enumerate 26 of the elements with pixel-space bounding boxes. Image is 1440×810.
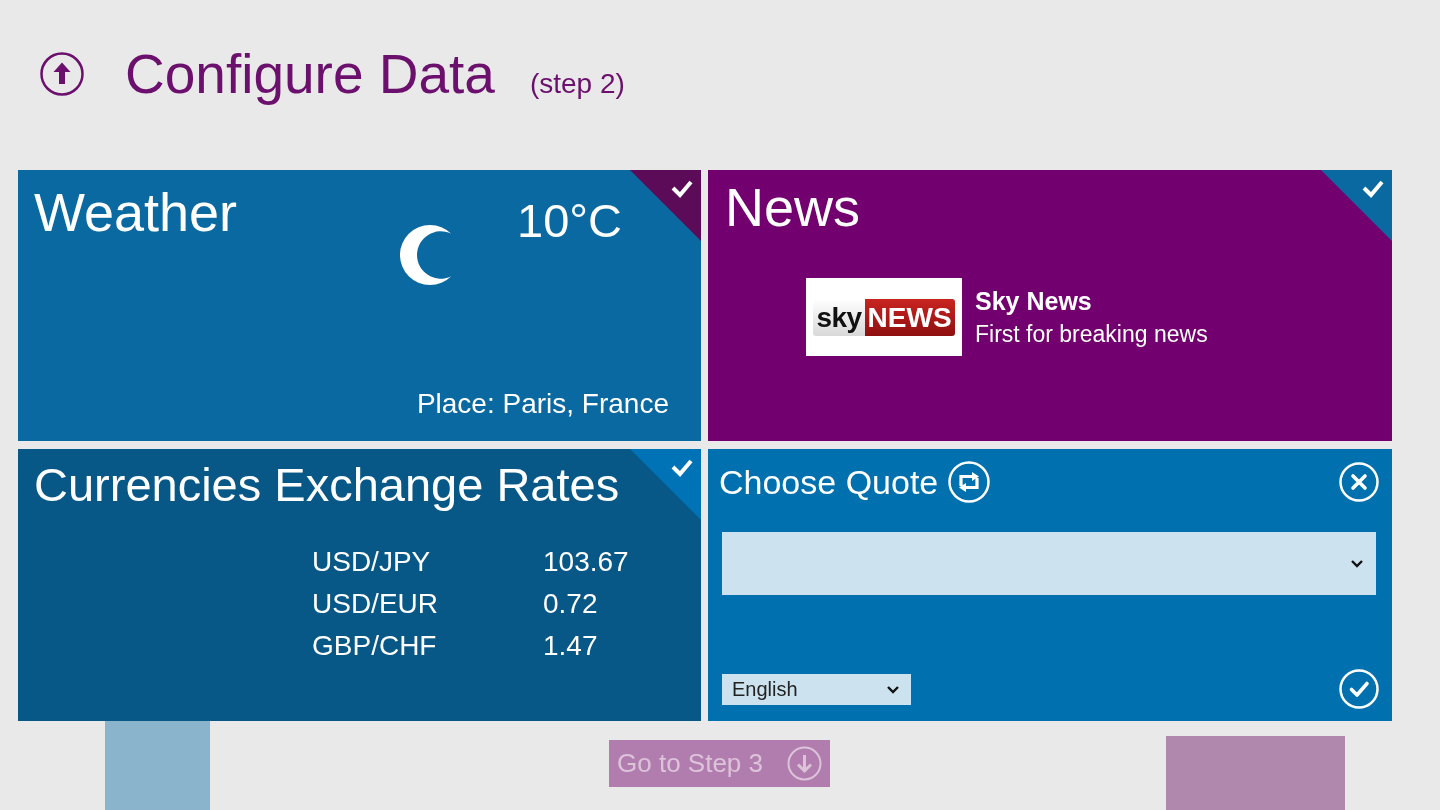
tile-title: News (725, 178, 862, 238)
news-tagline: First for breaking news (975, 319, 1208, 349)
currency-pair: USD/EUR (312, 586, 439, 621)
rate-value: 1.47 (543, 628, 599, 663)
logo-text: NEWS (864, 298, 955, 337)
close-icon[interactable] (1339, 462, 1379, 502)
tile-title: Choose Quote (719, 465, 939, 499)
check-circle-icon[interactable] (1339, 669, 1379, 709)
chevron-icon (1350, 559, 1364, 568)
language-dropdown[interactable]: English (722, 673, 911, 705)
refresh-icon[interactable] (948, 461, 991, 503)
rate-value: 0.72 (543, 586, 599, 621)
rate-value: 103.67 (543, 544, 630, 579)
temperature-text: 10°C (517, 195, 623, 247)
currency-pair: USD/JPY (312, 544, 432, 579)
quote-tile[interactable]: Choose Quote English (708, 449, 1392, 721)
chevron-icon (886, 684, 900, 694)
step-label: (step 2) (529, 69, 625, 98)
place-text: Place: Paris, France (415, 387, 669, 421)
currency-pair: GBP/CHF (312, 628, 438, 663)
news-source-name: Sky News (975, 286, 1093, 318)
weather-tile[interactable]: Weather 10°C Place: Paris, France (18, 170, 701, 441)
moon-icon (400, 225, 452, 285)
tile-title: Weather (34, 183, 239, 243)
currency-rates-tile[interactable]: Currencies Exchange Rates USD/JPY 103.67 USD/EUR 0.72 GBP/CHF 1.47 (18, 449, 701, 721)
tile-title: Currencies Exchange Rates (34, 459, 621, 511)
